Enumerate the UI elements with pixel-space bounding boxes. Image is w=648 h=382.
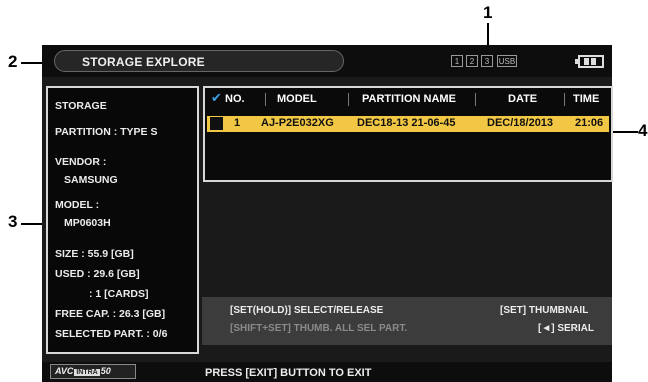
column-header-time: TIME xyxy=(573,93,600,105)
partition-table[interactable]: ✔ NO. MODEL PARTITION NAME DATE TIME 1 A… xyxy=(203,86,613,182)
column-header-model: MODEL xyxy=(277,93,317,105)
check-icon: ✔ xyxy=(211,90,222,105)
battery-cell xyxy=(584,58,589,65)
column-header-no: NO. xyxy=(225,93,245,105)
partition-type: PARTITION : TYPE S xyxy=(55,126,158,138)
cell-no: 1 xyxy=(234,117,241,129)
help-thumbnail: [SET] THUMBNAIL xyxy=(500,305,589,316)
logo-avc: AVC xyxy=(55,366,74,376)
cell-time: 21:06 xyxy=(575,117,604,129)
help-thumb-all: [SHIFT+SET] THUMB. ALL SEL PART. xyxy=(230,323,408,334)
callout-4: 4 xyxy=(638,121,648,140)
selected-partitions: SELECTED PART. : 0/6 xyxy=(55,328,168,340)
battery-icon xyxy=(578,55,604,68)
cell-partition-name: DEC18-13 21-06-45 xyxy=(357,117,456,129)
column-divider xyxy=(265,93,266,106)
column-divider xyxy=(564,93,565,106)
vendor-label: VENDOR : xyxy=(55,156,107,168)
camera-screen: STORAGE EXPLORE 1 2 3 USB STORAGE PARTIT… xyxy=(42,45,613,382)
slot-3-icon: 3 xyxy=(481,55,493,67)
column-header-date: DATE xyxy=(508,93,538,105)
cell-date: DEC/18/2013 xyxy=(487,117,554,129)
avc-intra-logo: AVC INTRA 50 xyxy=(50,364,136,379)
storage-heading: STORAGE xyxy=(55,100,107,112)
usb-icon: USB xyxy=(497,55,517,67)
model-label: MODEL : xyxy=(55,199,100,211)
exit-instruction: PRESS [EXIT] BUTTON TO EXIT xyxy=(205,367,372,379)
callout-1: 1 xyxy=(483,3,493,22)
slot-2-icon: 2 xyxy=(466,55,478,67)
column-header-partition-name: PARTITION NAME xyxy=(362,93,456,105)
header-bar: STORAGE EXPLORE 1 2 3 USB xyxy=(42,45,612,77)
callout-3: 3 xyxy=(8,212,18,231)
screen-title: STORAGE EXPLORE xyxy=(82,55,205,69)
table-row[interactable]: 1 AJ-P2E032XG DEC18-13 21-06-45 DEC/18/2… xyxy=(207,116,609,132)
row-checkbox[interactable] xyxy=(210,117,223,130)
column-divider xyxy=(475,93,476,106)
cards-value: : 1 [CARDS] xyxy=(89,288,149,300)
logo-num: 50 xyxy=(100,366,111,376)
logo-intra: INTRA xyxy=(74,369,100,376)
callout-2: 2 xyxy=(8,52,18,71)
slot-1-icon: 1 xyxy=(451,55,463,67)
used-value: USED : 29.6 [GB] xyxy=(55,268,140,280)
key-guide-bar: [SET(HOLD)] SELECT/RELEASE [SET] THUMBNA… xyxy=(202,297,612,345)
cell-model: AJ-P2E032XG xyxy=(261,117,334,129)
free-capacity: FREE CAP. : 26.3 [GB] xyxy=(55,308,166,320)
vendor-value: SAMSUNG xyxy=(64,174,118,186)
storage-info-panel: STORAGE PARTITION : TYPE S VENDOR : SAMS… xyxy=(46,86,199,354)
column-divider xyxy=(348,93,349,106)
model-value: MP0603H xyxy=(64,217,111,229)
help-serial: [◄] SERIAL xyxy=(538,323,595,334)
size-value: SIZE : 55.9 [GB] xyxy=(55,248,134,260)
callout-4-line xyxy=(612,131,638,133)
help-select-release: [SET(HOLD)] SELECT/RELEASE xyxy=(230,305,384,316)
footer-bar: AVC INTRA 50 PRESS [EXIT] BUTTON TO EXIT xyxy=(42,362,612,382)
battery-cell xyxy=(591,58,596,65)
